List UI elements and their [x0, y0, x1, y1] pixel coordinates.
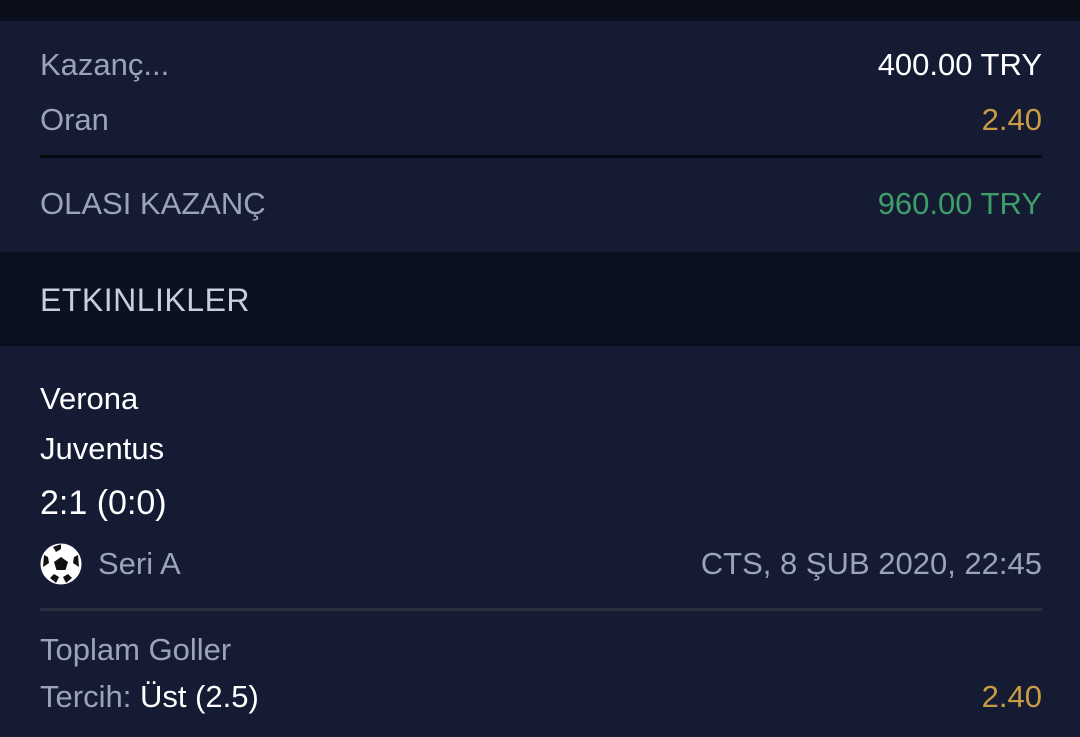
event-card[interactable]: Verona Juventus 2:1 (0:0) Seri A CTS, 8 …: [0, 346, 1080, 737]
soccer-ball-icon: [40, 543, 82, 585]
events-header: ETKINLIKLER: [0, 258, 1080, 342]
pick-label: Tercih:: [40, 679, 132, 714]
odds-value: 2.40: [981, 102, 1042, 137]
odds-row: Oran 2.40: [40, 100, 1042, 140]
home-team: Verona: [40, 381, 139, 416]
pick-row: Tercih: Üst (2.5) 2.40: [40, 677, 1042, 717]
odds-label: Oran: [40, 102, 109, 137]
stake-row: Kazanç... 400.00 TRY: [40, 45, 1042, 85]
pick-odds: 2.40: [981, 679, 1042, 714]
stake-label: Kazanç...: [40, 47, 170, 82]
event-divider: [40, 608, 1042, 611]
league-name: Seri A: [98, 546, 181, 581]
match-datetime: CTS, 8 ŞUB 2020, 22:45: [700, 546, 1042, 581]
potential-win-label: OLASI KAZANÇ: [40, 186, 266, 221]
bet-summary-panel: Kazanç... 400.00 TRY Oran 2.40 OLASI KAZ…: [0, 21, 1080, 252]
market-name: Toplam Goller: [40, 632, 232, 667]
pick-value: Üst (2.5): [139, 679, 259, 714]
away-team: Juventus: [40, 431, 165, 466]
potential-win-value: 960.00 TRY: [877, 186, 1042, 221]
potential-win-row: OLASI KAZANÇ 960.00 TRY: [40, 184, 1042, 224]
stake-value: 400.00 TRY: [877, 47, 1042, 82]
summary-divider: [40, 155, 1042, 158]
market-row: Toplam Goller: [40, 630, 1042, 670]
top-bar: [0, 0, 1080, 18]
pick-info: Tercih: Üst (2.5): [40, 677, 259, 717]
league-info: Seri A: [40, 543, 181, 585]
league-row: Seri A CTS, 8 ŞUB 2020, 22:45: [40, 543, 1042, 585]
match-score: 2:1 (0:0): [40, 484, 167, 522]
events-header-title: ETKINLIKLER: [40, 282, 251, 318]
